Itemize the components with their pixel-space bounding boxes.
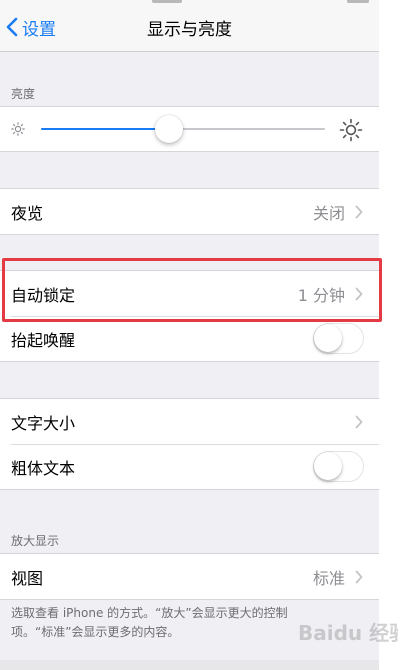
bold-text-label: 粗体文本 [11, 458, 76, 478]
brightness-section-header: 亮度 [11, 87, 36, 101]
brightness-slider[interactable] [41, 115, 325, 143]
text-size-label: 文字大小 [11, 413, 76, 433]
auto-lock-value: 1 分钟 [297, 285, 345, 305]
night-shift-group: 夜览 关闭 [0, 188, 379, 235]
auto-lock-row[interactable]: 自动锁定 1 分钟 [0, 271, 379, 316]
bottom-edge [0, 660, 379, 670]
svg-text:Baidu 经验: Baidu 经验 [298, 621, 398, 645]
zoom-group: 视图 标准 [0, 553, 379, 600]
zoom-view-row[interactable]: 视图 标准 [0, 554, 379, 599]
text-size-row[interactable]: 文字大小 [0, 399, 379, 444]
brightness-group [0, 106, 379, 152]
brightness-row [0, 107, 379, 151]
chevron-right-icon [355, 287, 363, 300]
bold-text-row: 粗体文本 [0, 444, 379, 489]
lock-wake-group: 自动锁定 1 分钟 抬起唤醒 [0, 270, 379, 362]
text-group: 文字大小 粗体文本 [0, 398, 379, 490]
toggle-knob [314, 452, 342, 480]
brightness-slider-fill [41, 128, 169, 130]
zoom-view-value: 标准 [312, 568, 345, 588]
page-title: 显示与亮度 [147, 20, 232, 40]
chevron-right-icon [355, 205, 363, 218]
brightness-high-icon [339, 118, 363, 142]
night-shift-row[interactable]: 夜览 关闭 [0, 189, 379, 234]
status-bar-fragment [347, 0, 369, 3]
status-bar-fragment [152, 0, 182, 3]
raise-to-wake-row: 抬起唤醒 [0, 316, 379, 361]
navigation-bar: 设置 显示与亮度 [0, 0, 379, 52]
zoom-footer-note: 选取查看 iPhone 的方式。“放大”会显示更大的控制项。“标准”会显示更多的… [11, 606, 288, 639]
raise-to-wake-toggle[interactable] [313, 323, 364, 354]
night-shift-label: 夜览 [11, 203, 44, 223]
chevron-right-icon [355, 570, 363, 583]
settings-screen: 设置 显示与亮度 亮度 夜览 关闭 自动锁定 1 分钟 抬起唤醒 文字大小 粗体… [0, 0, 379, 670]
auto-lock-label: 自动锁定 [11, 285, 76, 305]
chevron-right-icon [355, 415, 363, 428]
night-shift-value: 关闭 [312, 203, 345, 223]
zoom-view-label: 视图 [11, 568, 44, 588]
raise-to-wake-label: 抬起唤醒 [11, 330, 76, 350]
zoom-section-header: 放大显示 [11, 534, 60, 548]
brightness-low-icon [11, 122, 25, 136]
brightness-slider-thumb[interactable] [154, 115, 183, 143]
baidu-jingyan-watermark: Baidu 经验 [298, 621, 398, 645]
bold-text-toggle[interactable] [313, 451, 364, 482]
toggle-knob [314, 324, 342, 352]
